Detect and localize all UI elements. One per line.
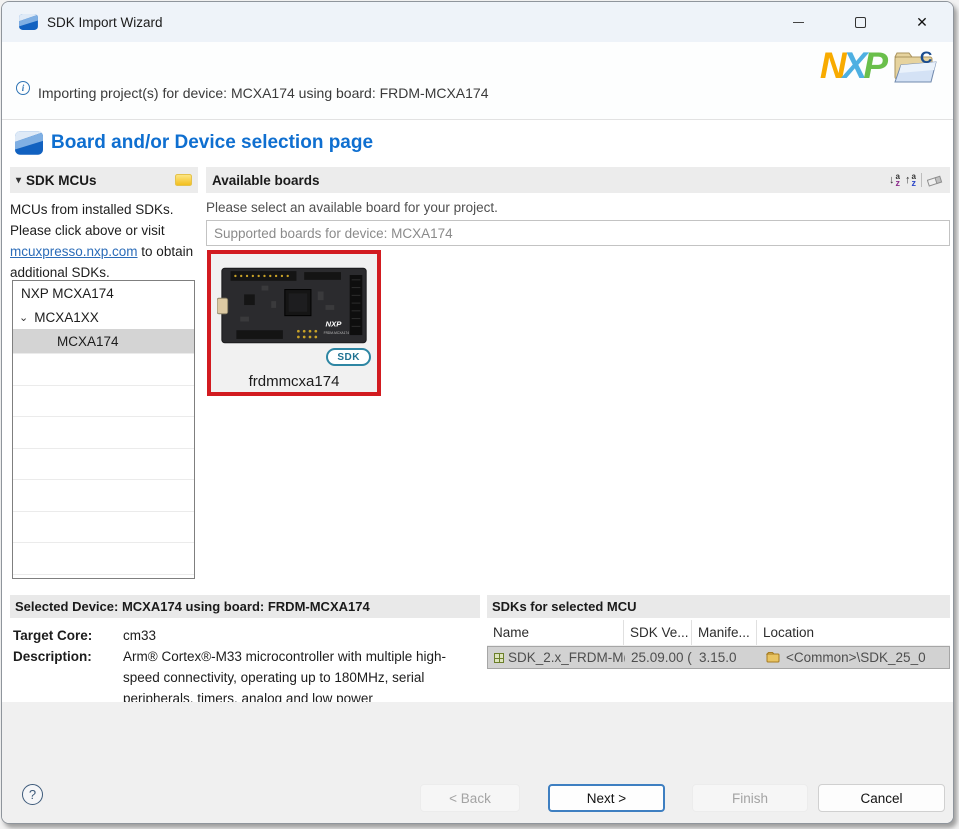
sdks-header: SDKs for selected MCU xyxy=(487,595,950,618)
wizard-header: i Importing project(s) for device: MCXA1… xyxy=(2,42,953,119)
window-title: SDK Import Wizard xyxy=(47,14,163,30)
selected-device-header: Selected Device: MCXA174 using board: FR… xyxy=(10,595,480,618)
sdk-badge: SDK xyxy=(326,348,371,366)
svg-text:NXP: NXP xyxy=(326,319,343,328)
c-project-folder-icon: C xyxy=(894,48,937,83)
maximize-button[interactable] xyxy=(829,2,891,42)
minimize-icon xyxy=(792,21,804,23)
tree-empty-row xyxy=(13,573,194,579)
wizard-app-icon xyxy=(19,14,38,30)
finish-button[interactable]: Finish xyxy=(692,784,808,812)
board-photo: NXP FRDM-MCXA174 xyxy=(217,267,367,344)
sdk-mcus-panel: ▾ SDK MCUs MCUs from installed SDKs. Ple… xyxy=(10,167,198,582)
toolbar-separator xyxy=(921,173,922,187)
nxp-logo: NXP xyxy=(819,45,888,86)
page-title-icon xyxy=(15,131,43,155)
tree-empty-row xyxy=(13,510,194,543)
close-icon: ✕ xyxy=(916,14,928,30)
info-icon: i xyxy=(16,81,30,95)
tree-item-mcxa1xx[interactable]: ⌄ MCXA1XX xyxy=(13,305,194,329)
tree-empty-row xyxy=(13,353,194,385)
svg-text:C: C xyxy=(920,48,932,67)
column-header-location[interactable]: Location xyxy=(757,620,950,645)
chevron-down-icon: ⌄ xyxy=(19,311,29,324)
selected-device-section: Selected Device: MCXA174 using board: FR… xyxy=(10,595,480,706)
board-selection-hint: Please select an available board for you… xyxy=(206,200,498,215)
collapse-chevron-icon: ▾ xyxy=(16,174,22,186)
available-boards-panel: Available boards ↓ az ↑ az Please select… xyxy=(206,167,950,582)
minimize-button[interactable] xyxy=(767,2,829,42)
tree-item-nxp-mcxa174[interactable]: NXP MCXA174 xyxy=(13,281,194,305)
column-header-sdk-version[interactable]: SDK Ve... xyxy=(624,620,692,645)
palette-icon[interactable] xyxy=(175,174,192,186)
column-header-manifest[interactable]: Manife... xyxy=(692,620,757,645)
back-button[interactable]: < Back xyxy=(420,784,520,812)
svg-text:FRDM-MCXA174: FRDM-MCXA174 xyxy=(324,331,350,335)
tree-empty-row xyxy=(13,416,194,448)
board-filter-input[interactable] xyxy=(206,220,950,246)
header-divider xyxy=(2,119,953,120)
description-value: Arm® Cortex®-M33 microcontroller with mu… xyxy=(123,649,446,706)
target-core-value: cm33 xyxy=(123,628,157,643)
next-button[interactable]: Next > xyxy=(548,784,665,812)
page-title: Board and/or Device selection page xyxy=(51,132,374,153)
cancel-button[interactable]: Cancel xyxy=(818,784,945,812)
sdk-import-wizard-window: SDK Import Wizard ✕ i Importing project(… xyxy=(1,1,954,824)
tree-empty-row xyxy=(13,447,194,480)
clear-filter-eraser-button[interactable] xyxy=(927,174,944,187)
sdk-mcus-header[interactable]: ▾ SDK MCUs xyxy=(10,167,198,193)
mcuxpresso-link[interactable]: mcuxpresso.nxp.com xyxy=(10,244,138,259)
sdk-mcus-description: MCUs from installed SDKs. Please click a… xyxy=(10,202,194,280)
sdk-package-icon xyxy=(494,652,504,663)
target-core-label: Target Core: xyxy=(13,628,93,643)
wizard-message: Importing project(s) for device: MCXA174… xyxy=(38,85,489,101)
tree-empty-row xyxy=(13,479,194,511)
mcu-tree: NXP MCXA174 ⌄ MCXA1XX MCXA174 xyxy=(12,280,195,579)
maximize-icon xyxy=(854,16,866,28)
sdk-mcus-title: SDK MCUs xyxy=(26,172,97,188)
sdks-table: Name SDK Ve... Manife... Location SDK_2.… xyxy=(487,620,950,669)
tree-item-mcxa174[interactable]: MCXA174 xyxy=(13,329,194,353)
folder-icon xyxy=(766,652,780,663)
sort-descending-button[interactable]: ↓ az xyxy=(889,172,900,188)
column-header-name[interactable]: Name xyxy=(487,620,624,645)
help-button[interactable]: ? xyxy=(22,784,43,805)
sdks-section: SDKs for selected MCU Name SDK Ve... Man… xyxy=(487,595,950,702)
board-tile-frdmmcxa174[interactable]: NXP FRDM-MCXA174 SDK frdmmcxa174 xyxy=(207,250,381,396)
arrow-up-icon: ↑ xyxy=(905,174,911,186)
available-boards-header: Available boards ↓ az ↑ az xyxy=(206,167,950,193)
title-bar: SDK Import Wizard ✕ xyxy=(2,2,953,42)
sort-ascending-button[interactable]: ↑ az xyxy=(905,172,916,188)
sdk-table-row[interactable]: SDK_2.x_FRDM-M( 25.09.00 ( 3.15.0 <Commo… xyxy=(487,646,950,669)
available-boards-title: Available boards xyxy=(212,172,320,188)
description-label: Description: xyxy=(13,649,92,664)
close-button[interactable]: ✕ xyxy=(891,2,953,42)
tree-empty-row xyxy=(13,384,194,417)
wizard-footer: ? < Back Next > Finish Cancel xyxy=(2,702,953,823)
tree-empty-row xyxy=(13,542,194,574)
board-name-label: frdmmcxa174 xyxy=(248,373,340,390)
arrow-down-icon: ↓ xyxy=(889,174,895,186)
